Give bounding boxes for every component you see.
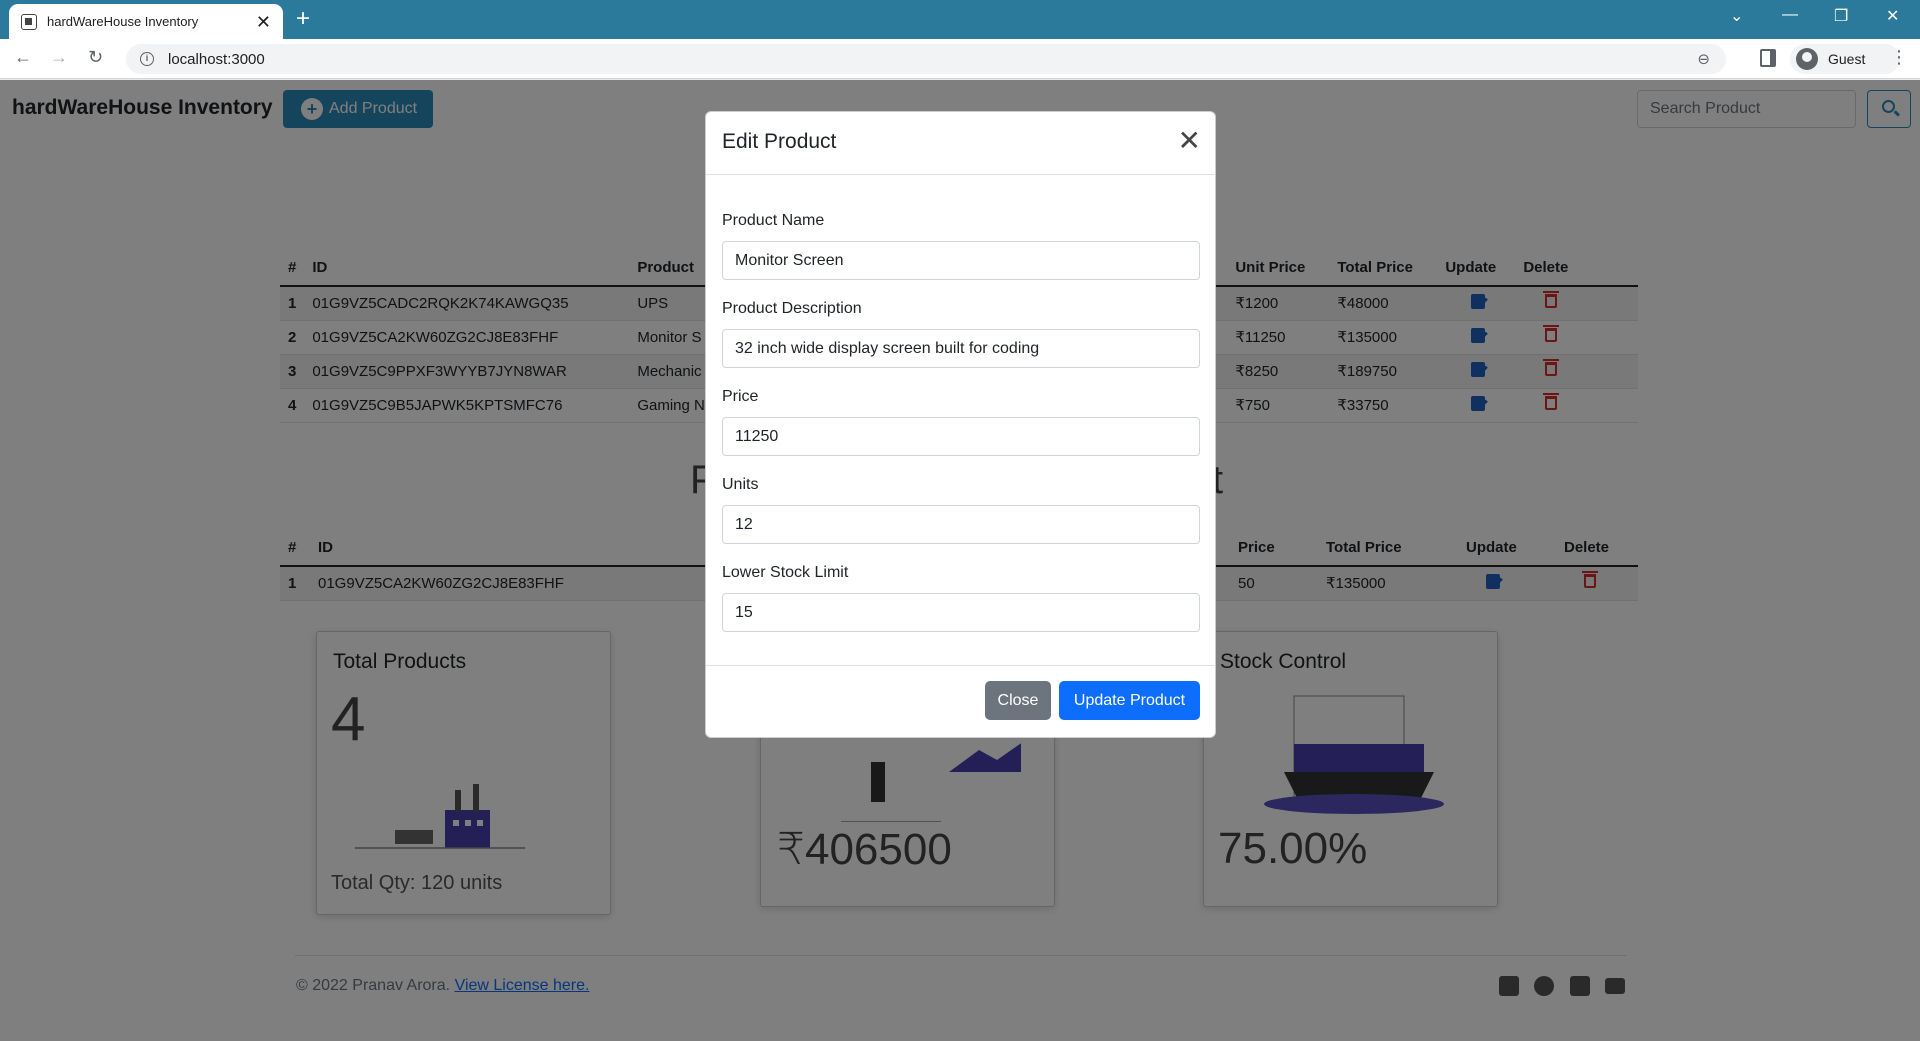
favicon-icon xyxy=(21,13,37,30)
modal-footer: Close Update Product xyxy=(706,665,1215,739)
tab-title: hardWareHouse Inventory xyxy=(47,14,199,29)
lower-stock-limit-field[interactable] xyxy=(722,593,1200,632)
price-field[interactable] xyxy=(722,417,1200,456)
product-name-label: Product Name xyxy=(722,212,825,229)
product-description-field[interactable] xyxy=(722,329,1200,368)
side-panel-icon[interactable] xyxy=(1760,49,1776,67)
avatar-icon xyxy=(1796,48,1818,70)
units-label: Units xyxy=(722,476,759,493)
close-icon[interactable]: ✕ xyxy=(1178,127,1201,155)
modal-header: Edit Product ✕ xyxy=(706,112,1215,175)
address-bar: ← → ↻ i localhost:3000 ⊖ Guest ⋮ xyxy=(0,39,1920,79)
url-text: localhost:3000 xyxy=(168,50,265,68)
browser-tab-bar: hardWareHouse Inventory ✕ + ⌄ — ❐ ✕ xyxy=(0,0,1920,39)
modal-title: Edit Product xyxy=(722,130,837,153)
close-button[interactable]: Close xyxy=(985,681,1051,720)
reload-icon[interactable]: ↻ xyxy=(88,47,103,68)
close-tab-icon[interactable]: ✕ xyxy=(256,13,271,31)
units-field[interactable] xyxy=(722,505,1200,544)
profile-button[interactable]: Guest xyxy=(1790,44,1900,74)
lower-stock-limit-label: Lower Stock Limit xyxy=(722,564,849,581)
forward-icon[interactable]: → xyxy=(50,47,68,68)
price-label: Price xyxy=(722,388,759,405)
minimize-icon[interactable]: — xyxy=(1782,6,1798,24)
tab-search-icon[interactable]: ⌄ xyxy=(1730,6,1743,26)
menu-icon[interactable]: ⋮ xyxy=(1890,47,1908,68)
url-field[interactable]: i localhost:3000 ⊖ xyxy=(126,44,1726,74)
product-name-field[interactable] xyxy=(722,241,1200,280)
close-window-icon[interactable]: ✕ xyxy=(1886,6,1899,26)
browser-tab[interactable]: hardWareHouse Inventory ✕ xyxy=(9,4,283,39)
edit-product-modal: Edit Product ✕ Product Name Product Desc… xyxy=(705,111,1216,738)
new-tab-icon[interactable]: + xyxy=(296,6,310,32)
product-description-label: Product Description xyxy=(722,300,862,317)
back-icon[interactable]: ← xyxy=(14,47,32,68)
zoom-icon[interactable]: ⊖ xyxy=(1697,50,1710,68)
restore-icon[interactable]: ❐ xyxy=(1834,6,1848,26)
profile-name: Guest xyxy=(1828,51,1866,67)
site-info-icon[interactable]: i xyxy=(140,52,154,66)
update-product-button[interactable]: Update Product xyxy=(1059,681,1200,720)
